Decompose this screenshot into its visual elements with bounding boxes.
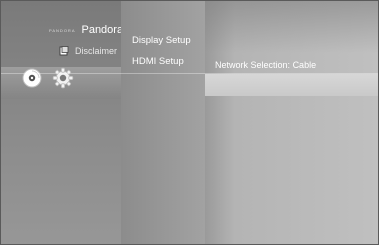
settings-screen: PANDORA Pandora Disclaimer Display Setup… [0,0,379,245]
settings-menu: Display Setup HDMI Setup [121,1,205,244]
network-selection-label: Network Selection [215,60,288,70]
disc-icon[interactable] [22,68,42,88]
highlighted-row[interactable] [205,74,378,96]
app-disclaimer[interactable]: Disclaimer [59,46,117,56]
network-selection-row[interactable]: Network Selection: Cable [215,60,316,70]
app-column: PANDORA Pandora Disclaimer [1,1,123,244]
network-selection-value: Cable [292,60,317,70]
app-disclaimer-label: Disclaimer [75,46,118,56]
divider [1,73,378,74]
pandora-logo: PANDORA [49,27,76,33]
app-pandora[interactable]: PANDORA Pandora [49,24,123,36]
detail-panel: Network Selection: Cable [205,1,378,244]
panel-top-band [205,1,378,53]
menu-item-hdmi-setup[interactable]: HDMI Setup [132,56,184,67]
app-pandora-label: Pandora [81,24,124,36]
gear-icon[interactable] [52,67,74,89]
document-icon [59,46,69,56]
menu-item-display-setup[interactable]: Display Setup [132,35,191,46]
